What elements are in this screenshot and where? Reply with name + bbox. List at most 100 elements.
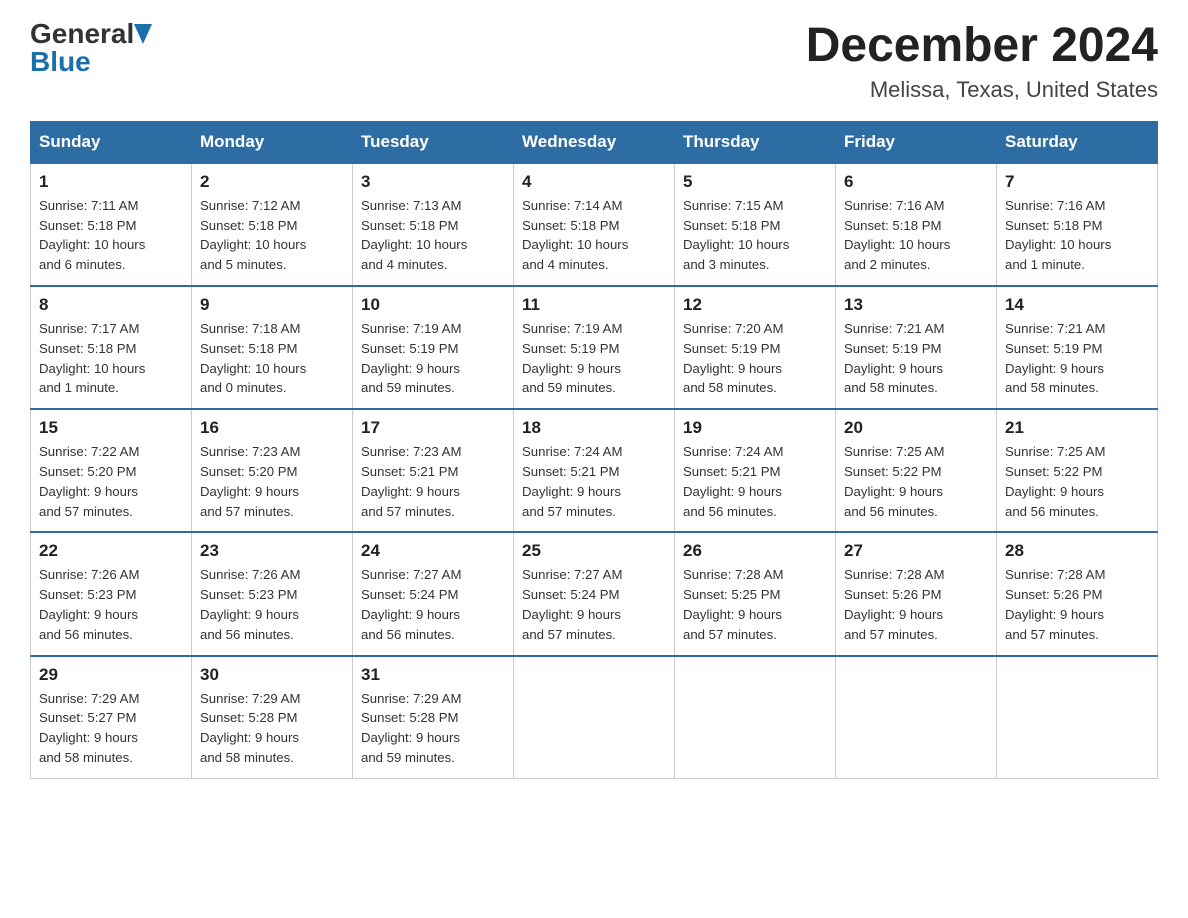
day-number-16: 16 <box>200 418 344 438</box>
day-cell-2: 2 Sunrise: 7:12 AMSunset: 5:18 PMDaylight… <box>192 163 353 286</box>
day-cell-15: 15Sunrise: 7:22 AMSunset: 5:20 PMDayligh… <box>31 409 192 532</box>
col-thursday: Thursday <box>675 121 836 163</box>
day-cell-30: 30Sunrise: 7:29 AMSunset: 5:28 PMDayligh… <box>192 656 353 779</box>
day-info-2: Sunrise: 7:12 AMSunset: 5:18 PMDaylight:… <box>200 196 344 275</box>
day-number-28: 28 <box>1005 541 1149 561</box>
day-cell-3: 3 Sunrise: 7:13 AMSunset: 5:18 PMDaylight… <box>353 163 514 286</box>
logo: General Blue <box>30 20 152 76</box>
day-info-17: Sunrise: 7:23 AMSunset: 5:21 PMDaylight:… <box>361 442 505 521</box>
day-cell-5: 5 Sunrise: 7:15 AMSunset: 5:18 PMDaylight… <box>675 163 836 286</box>
col-monday: Monday <box>192 121 353 163</box>
empty-cell <box>514 656 675 779</box>
day-number-5: 5 <box>683 172 827 192</box>
day-cell-19: 19 Sunrise: 7:24 AMSunset: 5:21 PMDayligh… <box>675 409 836 532</box>
calendar-table: Sunday Monday Tuesday Wednesday Thursday… <box>30 121 1158 779</box>
day-cell-28: 28 Sunrise: 7:28 AMSunset: 5:26 PMDayligh… <box>997 532 1158 655</box>
day-number-8: 8 <box>39 295 183 315</box>
day-number-2: 2 <box>200 172 344 192</box>
day-cell-17: 17 Sunrise: 7:23 AMSunset: 5:21 PMDayligh… <box>353 409 514 532</box>
week-row-2: 8 Sunrise: 7:17 AMSunset: 5:18 PMDaylight… <box>31 286 1158 409</box>
calendar-body: 1Sunrise: 7:11 AMSunset: 5:18 PMDaylight… <box>31 163 1158 778</box>
day-number-12: 12 <box>683 295 827 315</box>
week-row-5: 29 Sunrise: 7:29 AMSunset: 5:27 PMDayligh… <box>31 656 1158 779</box>
day-number-14: 14 <box>1005 295 1149 315</box>
day-number-1: 1 <box>39 172 183 192</box>
day-info-3: Sunrise: 7:13 AMSunset: 5:18 PMDaylight:… <box>361 196 505 275</box>
week-row-1: 1Sunrise: 7:11 AMSunset: 5:18 PMDaylight… <box>31 163 1158 286</box>
day-number-27: 27 <box>844 541 988 561</box>
week-row-3: 15Sunrise: 7:22 AMSunset: 5:20 PMDayligh… <box>31 409 1158 532</box>
day-number-4: 4 <box>522 172 666 192</box>
day-cell-27: 27Sunrise: 7:28 AMSunset: 5:26 PMDayligh… <box>836 532 997 655</box>
page-header: General Blue December 2024 Melissa, Texa… <box>30 20 1158 103</box>
day-info-7: Sunrise: 7:16 AMSunset: 5:18 PMDaylight:… <box>1005 196 1149 275</box>
col-sunday: Sunday <box>31 121 192 163</box>
day-number-3: 3 <box>361 172 505 192</box>
day-cell-22: 22Sunrise: 7:26 AMSunset: 5:23 PMDayligh… <box>31 532 192 655</box>
day-info-22: Sunrise: 7:26 AMSunset: 5:23 PMDaylight:… <box>39 565 183 644</box>
day-number-15: 15 <box>39 418 183 438</box>
day-info-9: Sunrise: 7:18 AMSunset: 5:18 PMDaylight:… <box>200 319 344 398</box>
logo-blue-text: Blue <box>30 48 91 76</box>
col-saturday: Saturday <box>997 121 1158 163</box>
day-info-29: Sunrise: 7:29 AMSunset: 5:27 PMDaylight:… <box>39 689 183 768</box>
calendar-header: Sunday Monday Tuesday Wednesday Thursday… <box>31 121 1158 163</box>
day-cell-21: 21Sunrise: 7:25 AMSunset: 5:22 PMDayligh… <box>997 409 1158 532</box>
day-cell-4: 4 Sunrise: 7:14 AMSunset: 5:18 PMDaylight… <box>514 163 675 286</box>
day-info-4: Sunrise: 7:14 AMSunset: 5:18 PMDaylight:… <box>522 196 666 275</box>
day-number-30: 30 <box>200 665 344 685</box>
week-row-4: 22Sunrise: 7:26 AMSunset: 5:23 PMDayligh… <box>31 532 1158 655</box>
day-number-20: 20 <box>844 418 988 438</box>
day-info-31: Sunrise: 7:29 AMSunset: 5:28 PMDaylight:… <box>361 689 505 768</box>
day-info-16: Sunrise: 7:23 AMSunset: 5:20 PMDaylight:… <box>200 442 344 521</box>
day-number-19: 19 <box>683 418 827 438</box>
day-info-18: Sunrise: 7:24 AMSunset: 5:21 PMDaylight:… <box>522 442 666 521</box>
day-cell-26: 26Sunrise: 7:28 AMSunset: 5:25 PMDayligh… <box>675 532 836 655</box>
day-info-24: Sunrise: 7:27 AMSunset: 5:24 PMDaylight:… <box>361 565 505 644</box>
empty-cell <box>997 656 1158 779</box>
calendar-title: December 2024 <box>806 20 1158 73</box>
day-info-19: Sunrise: 7:24 AMSunset: 5:21 PMDaylight:… <box>683 442 827 521</box>
day-info-14: Sunrise: 7:21 AMSunset: 5:19 PMDaylight:… <box>1005 319 1149 398</box>
day-cell-16: 16 Sunrise: 7:23 AMSunset: 5:20 PMDayligh… <box>192 409 353 532</box>
day-number-10: 10 <box>361 295 505 315</box>
day-cell-13: 13 Sunrise: 7:21 AMSunset: 5:19 PMDayligh… <box>836 286 997 409</box>
day-cell-10: 10 Sunrise: 7:19 AMSunset: 5:19 PMDayligh… <box>353 286 514 409</box>
day-cell-9: 9 Sunrise: 7:18 AMSunset: 5:18 PMDaylight… <box>192 286 353 409</box>
title-block: December 2024 Melissa, Texas, United Sta… <box>806 20 1158 103</box>
day-number-13: 13 <box>844 295 988 315</box>
day-cell-25: 25 Sunrise: 7:27 AMSunset: 5:24 PMDayligh… <box>514 532 675 655</box>
day-cell-23: 23Sunrise: 7:26 AMSunset: 5:23 PMDayligh… <box>192 532 353 655</box>
day-info-8: Sunrise: 7:17 AMSunset: 5:18 PMDaylight:… <box>39 319 183 398</box>
day-number-24: 24 <box>361 541 505 561</box>
day-number-25: 25 <box>522 541 666 561</box>
day-info-28: Sunrise: 7:28 AMSunset: 5:26 PMDaylight:… <box>1005 565 1149 644</box>
empty-cell <box>675 656 836 779</box>
day-number-17: 17 <box>361 418 505 438</box>
day-info-13: Sunrise: 7:21 AMSunset: 5:19 PMDaylight:… <box>844 319 988 398</box>
day-number-31: 31 <box>361 665 505 685</box>
col-wednesday: Wednesday <box>514 121 675 163</box>
day-number-6: 6 <box>844 172 988 192</box>
day-number-11: 11 <box>522 295 666 315</box>
day-info-25: Sunrise: 7:27 AMSunset: 5:24 PMDaylight:… <box>522 565 666 644</box>
logo-general-text: General <box>30 20 134 48</box>
empty-cell <box>836 656 997 779</box>
day-info-10: Sunrise: 7:19 AMSunset: 5:19 PMDaylight:… <box>361 319 505 398</box>
day-number-26: 26 <box>683 541 827 561</box>
day-cell-12: 12 Sunrise: 7:20 AMSunset: 5:19 PMDayligh… <box>675 286 836 409</box>
day-info-5: Sunrise: 7:15 AMSunset: 5:18 PMDaylight:… <box>683 196 827 275</box>
day-cell-24: 24 Sunrise: 7:27 AMSunset: 5:24 PMDayligh… <box>353 532 514 655</box>
col-tuesday: Tuesday <box>353 121 514 163</box>
day-number-7: 7 <box>1005 172 1149 192</box>
day-info-23: Sunrise: 7:26 AMSunset: 5:23 PMDaylight:… <box>200 565 344 644</box>
day-number-9: 9 <box>200 295 344 315</box>
day-info-12: Sunrise: 7:20 AMSunset: 5:19 PMDaylight:… <box>683 319 827 398</box>
day-number-18: 18 <box>522 418 666 438</box>
col-friday: Friday <box>836 121 997 163</box>
day-cell-1: 1Sunrise: 7:11 AMSunset: 5:18 PMDaylight… <box>31 163 192 286</box>
day-number-29: 29 <box>39 665 183 685</box>
day-cell-7: 7 Sunrise: 7:16 AMSunset: 5:18 PMDaylight… <box>997 163 1158 286</box>
day-cell-18: 18 Sunrise: 7:24 AMSunset: 5:21 PMDayligh… <box>514 409 675 532</box>
day-cell-6: 6Sunrise: 7:16 AMSunset: 5:18 PMDaylight… <box>836 163 997 286</box>
